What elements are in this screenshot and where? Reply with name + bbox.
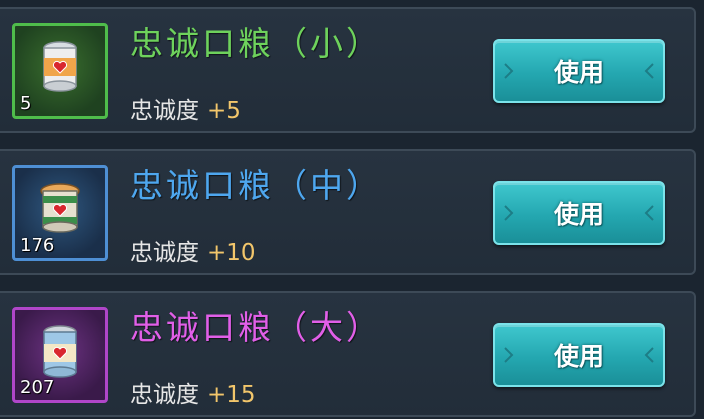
item-count: 176 <box>20 235 55 256</box>
use-button-label: 使用 <box>553 342 604 371</box>
item-stat: 忠诚度 +10 <box>130 233 256 267</box>
item-count: 5 <box>20 93 32 114</box>
ration-can-icon <box>40 183 80 233</box>
item-slot[interactable]: 5 <box>12 23 108 119</box>
chevron-left-icon <box>644 205 654 221</box>
stat-value: +5 <box>207 98 241 124</box>
item-stat: 忠诚度 +5 <box>130 91 241 125</box>
ration-can-icon <box>43 41 77 92</box>
list-item: 5 忠诚口粮（小） 忠诚度 +5 使用 <box>0 7 696 133</box>
list-item: 207 忠诚口粮（大） 忠诚度 +15 使用 <box>0 291 696 417</box>
item-name: 忠诚口粮（中） <box>130 166 382 205</box>
chevron-right-icon <box>504 347 514 363</box>
stat-label: 忠诚度 <box>130 382 199 408</box>
chevron-right-icon <box>504 63 514 79</box>
list-item: 176 忠诚口粮（中） 忠诚度 +10 使用 <box>0 149 696 275</box>
use-button[interactable]: 使用 <box>493 323 665 387</box>
item-name: 忠诚口粮（大） <box>130 308 382 347</box>
chevron-left-icon <box>644 63 654 79</box>
stat-label: 忠诚度 <box>130 98 199 124</box>
chevron-right-icon <box>504 205 514 221</box>
use-button[interactable]: 使用 <box>493 39 665 103</box>
use-button-label: 使用 <box>553 58 604 87</box>
item-slot[interactable]: 207 <box>12 307 108 403</box>
item-slot[interactable]: 176 <box>12 165 108 261</box>
use-button-label: 使用 <box>553 200 604 229</box>
stat-value: +15 <box>207 382 256 408</box>
stat-label: 忠诚度 <box>130 240 199 266</box>
item-name: 忠诚口粮（小） <box>130 24 382 63</box>
item-count: 207 <box>20 377 55 398</box>
stat-value: +10 <box>207 240 256 266</box>
item-list: 5 忠诚口粮（小） 忠诚度 +5 使用 176 忠诚口粮（中） 忠诚度 +10 … <box>0 0 704 419</box>
item-stat: 忠诚度 +15 <box>130 375 256 409</box>
use-button[interactable]: 使用 <box>493 181 665 245</box>
chevron-left-icon <box>644 347 654 363</box>
ration-can-icon <box>43 325 77 378</box>
